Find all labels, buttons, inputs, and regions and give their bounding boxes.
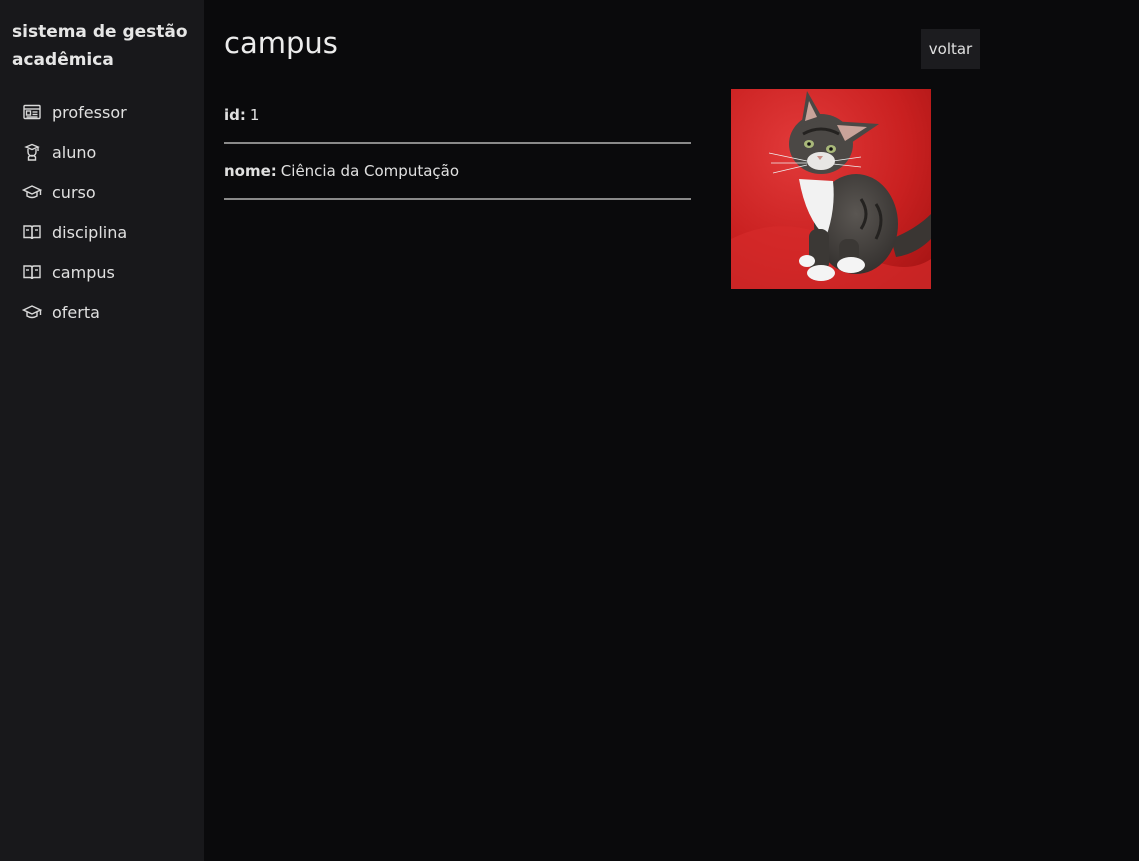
id-label: id: bbox=[224, 106, 246, 124]
student-icon bbox=[21, 142, 43, 162]
nome-label: nome: bbox=[224, 162, 277, 180]
id-card-icon bbox=[21, 102, 43, 122]
sidebar-item-curso[interactable]: curso bbox=[0, 172, 204, 212]
sidebar-item-label: oferta bbox=[52, 302, 100, 322]
nome-value: Ciência da Computação bbox=[280, 162, 460, 180]
sidebar-nav: professor aluno curso disciplina campus … bbox=[0, 92, 204, 332]
sidebar-item-campus[interactable]: campus bbox=[0, 252, 204, 292]
page-title: campus bbox=[224, 26, 338, 60]
app-layout: sistema de gestão acadêmica professor al… bbox=[0, 0, 1139, 861]
sidebar-item-label: aluno bbox=[52, 142, 97, 162]
graduation-cap-icon bbox=[21, 182, 43, 202]
kitten-photo bbox=[731, 89, 931, 289]
book-icon bbox=[21, 262, 43, 282]
sidebar-item-label: disciplina bbox=[52, 222, 128, 242]
id-value: 1 bbox=[249, 106, 260, 124]
sidebar: sistema de gestão acadêmica professor al… bbox=[0, 0, 204, 861]
sidebar-item-label: campus bbox=[52, 262, 115, 282]
detail-row-id: id: 1 bbox=[224, 88, 691, 144]
sidebar-item-aluno[interactable]: aluno bbox=[0, 132, 204, 172]
book-icon bbox=[21, 222, 43, 242]
detail-row-nome: nome: Ciência da Computação bbox=[224, 144, 691, 200]
app-brand: sistema de gestão acadêmica bbox=[12, 22, 188, 70]
sidebar-item-professor[interactable]: professor bbox=[0, 92, 204, 132]
main-content: campus voltar id: 1 nome: Ciência da Com… bbox=[204, 0, 1139, 861]
sidebar-item-oferta[interactable]: oferta bbox=[0, 292, 204, 332]
sidebar-item-label: curso bbox=[52, 182, 96, 202]
campus-details: id: 1 nome: Ciência da Computação bbox=[224, 88, 691, 200]
graduation-cap-icon bbox=[21, 302, 43, 322]
sidebar-item-label: professor bbox=[52, 102, 127, 122]
sidebar-item-disciplina[interactable]: disciplina bbox=[0, 212, 204, 252]
back-button[interactable]: voltar bbox=[921, 29, 980, 69]
